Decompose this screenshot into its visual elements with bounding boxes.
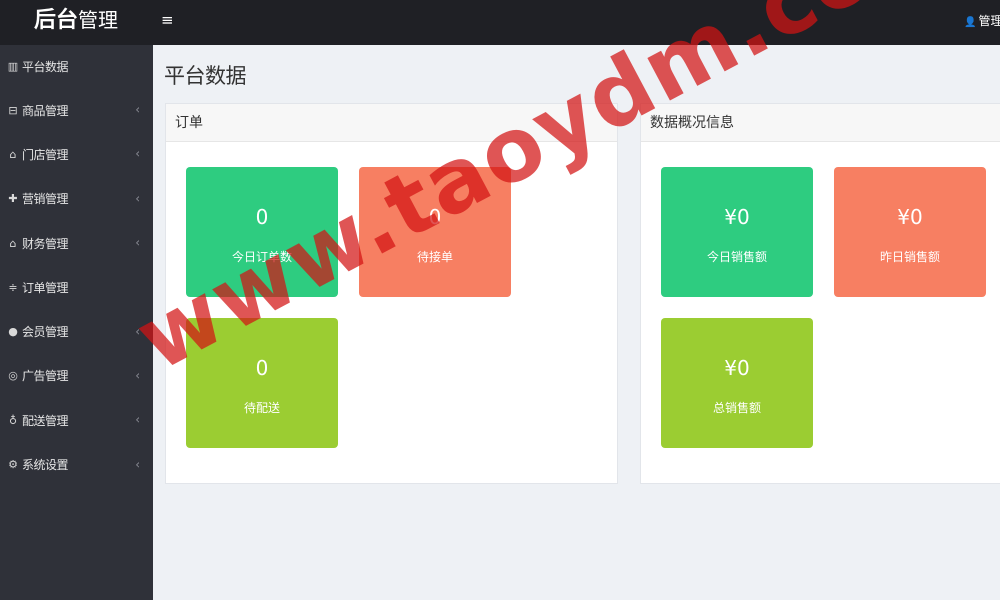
chevron-left-icon: ‹ <box>135 412 140 427</box>
tile-label: 今日订单数 <box>231 250 292 264</box>
cogs-icon: ⚙ <box>8 458 18 472</box>
tile-label: 总销售额 <box>712 401 761 415</box>
sidebar-item-members[interactable]: ● 会员管理 ‹ <box>0 309 153 353</box>
sidebar-item-label: 商品管理 <box>22 103 69 118</box>
sidebar-item-settings[interactable]: ⚙ 系统设置 ‹ <box>0 442 153 486</box>
chevron-left-icon: ‹ <box>135 456 140 471</box>
chevron-left-icon: ‹ <box>135 102 140 117</box>
sidebar-item-platform-data[interactable]: ▥ 平台数据 <box>0 45 153 88</box>
life-ring-icon: ◎ <box>8 369 18 383</box>
chevron-left-icon: ‹ <box>135 235 140 250</box>
tile-pending-accept[interactable]: 0 待接单 <box>359 167 511 297</box>
stats-panel: 数据概况信息 ¥0 今日销售额 ¥0 昨日销售额 ¥0 总销售额 <box>640 103 1000 484</box>
tile-value: ¥0 <box>897 205 923 229</box>
tile-value: 0 <box>255 205 269 229</box>
menu-toggle-icon[interactable]: ≡ <box>161 11 174 29</box>
sidebar-item-label: 平台数据 <box>22 60 69 74</box>
sidebar-item-label: 会员管理 <box>22 325 69 340</box>
sidebar-item-label: 财务管理 <box>22 236 69 251</box>
sidebar-item-marketing[interactable]: ✚ 营销管理 ‹ <box>0 177 153 221</box>
sidebar-item-label: 配送管理 <box>22 413 69 428</box>
tile-label: 今日销售额 <box>706 250 767 264</box>
sidebar-item-stores[interactable]: ⌂ 门店管理 ‹ <box>0 132 153 176</box>
folder-icon: ⊟ <box>8 103 18 117</box>
tile-label: 昨日销售额 <box>879 250 940 264</box>
brand-light: 管理 <box>78 8 118 32</box>
tile-today-sales[interactable]: ¥0 今日销售额 <box>661 167 813 297</box>
stats-panel-title: 数据概况信息 <box>641 104 1000 142</box>
tile-label: 待接单 <box>416 250 453 264</box>
brand-bold: 后台 <box>33 8 78 33</box>
tile-yesterday-sales[interactable]: ¥0 昨日销售额 <box>834 167 986 297</box>
bank-icon: ⌂ <box>9 147 17 161</box>
user-menu[interactable]: 👤管理员 <box>964 12 1000 29</box>
sidebar-item-orders[interactable]: ≑ 订单管理 <box>0 265 153 309</box>
sidebar: ▥ 平台数据 ⊟ 商品管理 ‹ ⌂ 门店管理 ‹ ✚ 营销管理 ‹ ⌂ 财务管理… <box>0 45 153 600</box>
sidebar-item-label: 订单管理 <box>22 280 69 295</box>
sidebar-item-delivery[interactable]: ♁ 配送管理 ‹ <box>0 398 153 442</box>
tile-total-sales[interactable]: ¥0 总销售额 <box>661 318 813 448</box>
user-label: 管理员 <box>978 14 1000 28</box>
tile-label: 待配送 <box>243 401 280 415</box>
sidebar-item-label: 营销管理 <box>22 192 69 207</box>
top-bar: 后台管理 ≡ 👤管理员 <box>0 0 1000 45</box>
tile-value: 0 <box>428 205 442 229</box>
chevron-left-icon: ‹ <box>135 191 140 206</box>
tile-pending-delivery[interactable]: 0 待配送 <box>186 318 338 448</box>
tile-value: ¥0 <box>724 205 750 229</box>
chevron-left-icon: ‹ <box>135 323 140 338</box>
sidebar-item-label: 门店管理 <box>22 147 69 162</box>
tile-value: ¥0 <box>724 356 750 380</box>
chevron-left-icon: ‹ <box>135 368 140 383</box>
sliders-icon: ≑ <box>8 280 18 294</box>
sidebar-item-label: 广告管理 <box>22 369 69 384</box>
tile-today-orders[interactable]: 0 今日订单数 <box>186 167 338 297</box>
orders-panel-title: 订单 <box>166 104 617 142</box>
brand-logo[interactable]: 后台管理 <box>0 0 152 45</box>
orders-panel: 订单 0 今日订单数 0 待接单 0 待配送 <box>165 103 618 484</box>
bank-icon: ⌂ <box>9 236 17 250</box>
sidebar-item-ads[interactable]: ◎ 广告管理 ‹ <box>0 354 153 398</box>
user-icon: 👤 <box>964 17 977 28</box>
gift-icon: ✚ <box>8 192 18 206</box>
sidebar-item-finance[interactable]: ⌂ 财务管理 ‹ <box>0 221 153 265</box>
sidebar-item-products[interactable]: ⊟ 商品管理 ‹ <box>0 88 153 132</box>
user-icon: ● <box>8 325 18 339</box>
tile-value: 0 <box>255 356 269 380</box>
bar-chart-icon: ▥ <box>7 60 19 73</box>
sidebar-item-label: 系统设置 <box>22 458 69 473</box>
page-title: 平台数据 <box>164 64 247 88</box>
map-marker-icon: ♁ <box>8 413 18 427</box>
chevron-left-icon: ‹ <box>135 146 140 161</box>
